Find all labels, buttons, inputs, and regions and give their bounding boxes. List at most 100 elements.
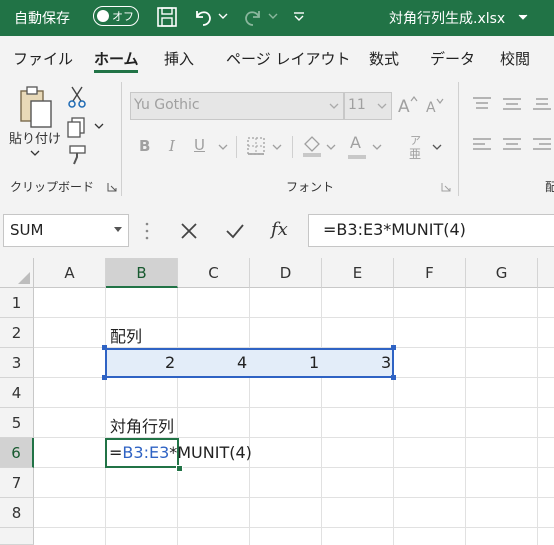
clipboard-group-label: クリップボード — [10, 180, 95, 194]
align-left-icon[interactable] — [472, 137, 492, 153]
paste-dropdown-icon[interactable] — [30, 150, 40, 158]
format-painter-icon[interactable] — [67, 144, 89, 166]
undo-icon[interactable] — [192, 6, 214, 28]
formula-input[interactable]: =B3:E3*MUNIT(4) — [308, 214, 554, 247]
redo-dropdown-icon[interactable] — [268, 13, 278, 21]
customize-qat-icon[interactable] — [293, 11, 305, 23]
decrease-font-size-icon[interactable]: A — [425, 97, 445, 115]
cell-d3[interactable]: 1 — [309, 353, 319, 372]
font-color-button[interactable]: A — [350, 133, 361, 152]
font-size-value: 11 — [348, 97, 366, 113]
cell-e3[interactable]: 3 — [381, 353, 391, 372]
font-name-box[interactable]: Yu Gothic — [130, 92, 344, 120]
column-header-b[interactable]: B — [106, 258, 178, 288]
filename-dropdown-icon[interactable] — [518, 14, 528, 22]
cut-icon[interactable] — [67, 85, 87, 109]
borders-icon[interactable] — [246, 136, 266, 156]
cell-b6-equals: = — [109, 443, 123, 462]
cancel-icon[interactable] — [180, 222, 198, 240]
formula-bar: SUM fx =B3:E3*MUNIT(4) — [0, 202, 554, 258]
column-header-e[interactable]: E — [322, 258, 394, 288]
range-handle[interactable] — [102, 375, 107, 380]
tab-formulas[interactable]: 数式 — [369, 48, 399, 69]
name-box[interactable]: SUM — [3, 214, 129, 247]
row-header-2[interactable]: 2 — [0, 318, 34, 348]
cell-b6-function: *MUNIT(4) — [169, 443, 252, 462]
underline-button[interactable]: U — [194, 136, 205, 154]
copy-icon[interactable] — [66, 116, 88, 138]
ribbon: 貼り付け クリップボード Yu Gothic 11 A A B I U A ア … — [0, 76, 554, 203]
align-right-icon[interactable] — [532, 137, 552, 153]
copy-dropdown-icon[interactable] — [94, 123, 104, 131]
cell-b3[interactable]: 2 — [165, 353, 175, 372]
tab-page-layout[interactable]: ページ レイアウト — [226, 48, 350, 69]
spreadsheet-grid: A B C D E F G 1 2 3 4 5 6 7 8 配列 2 4 1 3… — [0, 258, 554, 545]
font-color-dropdown-icon[interactable] — [372, 144, 382, 152]
row-header-6[interactable]: 6 — [0, 438, 34, 468]
align-top-icon[interactable] — [472, 96, 492, 112]
font-name-value: Yu Gothic — [134, 97, 200, 113]
save-icon[interactable] — [157, 7, 177, 27]
tab-home[interactable]: ホーム — [94, 48, 139, 69]
increase-font-size-icon[interactable]: A — [397, 95, 419, 115]
cell-b2[interactable]: 配列 — [110, 323, 142, 347]
row-header-4[interactable]: 4 — [0, 378, 34, 408]
fill-handle[interactable] — [176, 465, 183, 472]
row-header-7[interactable]: 7 — [0, 468, 34, 498]
fill-color-icon[interactable] — [301, 134, 323, 158]
column-header-g[interactable]: G — [466, 258, 538, 288]
font-size-box[interactable]: 11 — [344, 92, 392, 120]
tab-review[interactable]: 校閲 — [500, 48, 530, 69]
cell-b6[interactable]: =B3:E3*MUNIT(4) — [109, 443, 252, 462]
row-header-9[interactable] — [0, 528, 34, 545]
range-handle[interactable] — [391, 375, 396, 380]
file-name[interactable]: 対角行列生成.xlsx — [389, 8, 505, 28]
fill-color-dropdown-icon[interactable] — [326, 144, 336, 152]
row-header-1[interactable]: 1 — [0, 288, 34, 318]
column-header-c[interactable]: C — [178, 258, 250, 288]
phonetic-dropdown-icon[interactable] — [432, 144, 442, 152]
insert-function-button[interactable]: fx — [271, 219, 288, 240]
referenced-range[interactable] — [105, 348, 394, 378]
font-group-label: フォント — [286, 180, 335, 194]
name-box-dropdown-icon — [114, 227, 122, 232]
italic-button[interactable]: I — [169, 137, 175, 155]
cell-c3[interactable]: 4 — [237, 353, 247, 372]
align-bottom-icon[interactable] — [532, 96, 552, 112]
tab-data[interactable]: データ — [430, 48, 475, 69]
align-center-icon[interactable] — [502, 137, 522, 153]
alignment-group-label: 配 — [545, 180, 554, 194]
range-handle[interactable] — [102, 345, 107, 350]
paste-icon[interactable] — [17, 85, 55, 129]
row-header-5[interactable]: 5 — [0, 408, 34, 438]
row-header-8[interactable]: 8 — [0, 498, 34, 528]
tab-insert[interactable]: 挿入 — [164, 48, 194, 69]
font-size-dropdown-icon — [377, 103, 387, 109]
autosave-toggle[interactable]: オフ — [93, 6, 139, 26]
name-box-value: SUM — [10, 221, 44, 239]
enter-icon[interactable] — [225, 222, 245, 240]
undo-dropdown-icon[interactable] — [218, 13, 228, 21]
select-all-corner[interactable] — [0, 258, 34, 288]
align-middle-icon[interactable] — [502, 96, 522, 112]
formula-bar-grip-icon[interactable] — [144, 220, 150, 242]
formula-text: =B3:E3*MUNIT(4) — [323, 220, 466, 239]
column-header-d[interactable]: D — [250, 258, 322, 288]
underline-dropdown-icon[interactable] — [218, 144, 228, 152]
autosave-state: オフ — [112, 10, 134, 23]
tab-file[interactable]: ファイル — [13, 48, 73, 69]
borders-dropdown-icon[interactable] — [272, 144, 282, 152]
column-header-h[interactable] — [538, 258, 554, 288]
range-handle[interactable] — [391, 345, 396, 350]
paste-label[interactable]: 貼り付け — [9, 128, 61, 147]
ribbon-tabs: ファイル ホーム 挿入 ページ レイアウト 数式 データ 校閲 — [0, 36, 554, 76]
redo-icon[interactable] — [242, 6, 264, 28]
row-header-3[interactable]: 3 — [0, 348, 34, 378]
column-header-f[interactable]: F — [394, 258, 466, 288]
column-header-a[interactable]: A — [34, 258, 106, 288]
font-launcher-icon[interactable] — [441, 182, 451, 192]
clipboard-launcher-icon[interactable] — [107, 182, 117, 192]
cell-b5[interactable]: 対角行列 — [110, 413, 174, 437]
bold-button[interactable]: B — [139, 137, 150, 155]
font-separator-2 — [292, 136, 293, 158]
